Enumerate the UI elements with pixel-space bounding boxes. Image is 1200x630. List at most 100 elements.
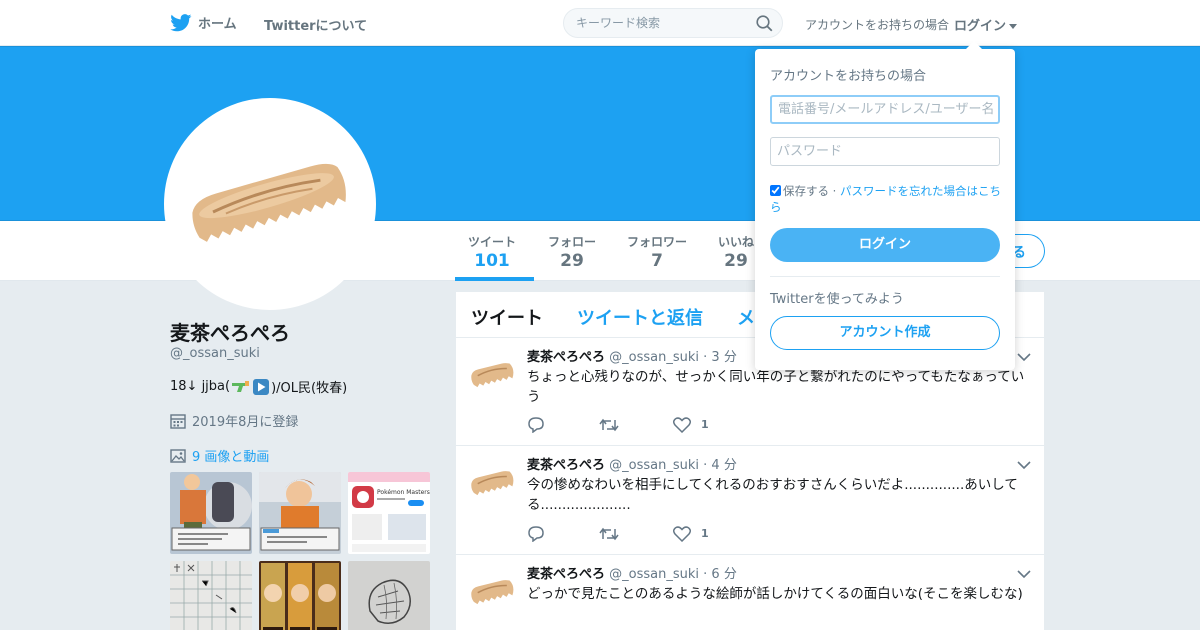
media-thumbnail[interactable]: [259, 561, 341, 630]
stat-tweets[interactable]: ツイート 101: [468, 233, 516, 271]
tweet-timestamp[interactable]: · 6 分: [703, 567, 737, 582]
divider: [770, 276, 1000, 277]
remember-row: 保存する · パスワードを忘れた場合はこちら: [770, 184, 1001, 214]
stat-following-label: フォロー: [548, 235, 597, 249]
stat-likes[interactable]: いいね 29: [718, 233, 754, 271]
tweet-header: 麦茶ぺろぺろ @_ossan_suki · 4 分: [527, 454, 737, 473]
tweet-header: 麦茶ぺろぺろ @_ossan_suki · 3 分: [527, 346, 737, 365]
tweet-actions: 1: [527, 416, 763, 433]
signup-button[interactable]: アカウント作成: [770, 316, 1000, 350]
retweet-button[interactable]: [599, 417, 619, 433]
stat-tweets-value: 101: [474, 251, 510, 271]
retweet-button[interactable]: [599, 526, 619, 542]
media-thumbnail[interactable]: [170, 561, 252, 630]
tab-tweets[interactable]: ツイート: [471, 304, 543, 330]
game-cards-image: [259, 561, 341, 630]
cookie-avatar-image: [192, 163, 346, 242]
tab-tweets-and-replies[interactable]: ツイートと返信: [577, 304, 703, 330]
stat-likes-value: 29: [724, 251, 748, 271]
pokemon-masters-title: Pokémon Masters: [377, 489, 430, 496]
password-input[interactable]: [770, 137, 1000, 166]
reply-button[interactable]: [527, 525, 545, 542]
media-thumbnail[interactable]: [259, 472, 341, 554]
heart-icon: [673, 525, 691, 542]
login-dropdown-title: アカウントをお持ちの場合: [770, 69, 927, 84]
remember-checkbox[interactable]: [770, 185, 781, 196]
stat-tweets-label: ツイート: [468, 235, 517, 249]
login-button[interactable]: ログイン: [770, 228, 1000, 262]
tweet-timestamp[interactable]: · 4 分: [703, 458, 737, 473]
tweet-author-name[interactable]: 麦茶ぺろぺろ: [527, 567, 605, 582]
reply-icon: [528, 526, 544, 542]
tweet-author-handle[interactable]: @_ossan_suki: [609, 567, 699, 582]
top-nav: ホーム Twitterについて アカウントをお持ちの場合 ログイン: [0, 0, 1200, 46]
reply-icon: [528, 417, 544, 433]
chevron-down-icon[interactable]: [1017, 352, 1031, 362]
tweet-avatar[interactable]: [470, 460, 516, 506]
pencil-sketch-image: [348, 561, 430, 630]
profile-bio: 18↓ jjba( )/OL民(牧春): [170, 377, 347, 396]
tweet[interactable]: 麦茶ぺろぺろ @_ossan_suki · 6 分 どっかで見たことのあるような…: [456, 555, 1044, 630]
tweet-text: 今の惨めなわいを相手にしてくれるのおすおすさんくらいだよ............…: [527, 477, 1018, 513]
login-dropdown-toggle[interactable]: ログイン: [954, 15, 1018, 34]
bio-text-prefix: 18↓ jjba(: [170, 379, 231, 394]
search-icon[interactable]: [756, 15, 773, 32]
search-input[interactable]: [564, 9, 744, 37]
image-icon: [170, 448, 186, 463]
water-pistol-emoji-icon: [232, 380, 250, 392]
nav-home-link[interactable]: ホーム: [170, 13, 237, 32]
tweet-author-name[interactable]: 麦茶ぺろぺろ: [527, 350, 605, 365]
stat-likes-label: いいね: [718, 235, 755, 249]
like-button[interactable]: 1: [673, 416, 709, 433]
play-button-emoji-icon: [253, 378, 270, 395]
heart-icon: [673, 416, 691, 433]
stat-followers-label: フォロワー: [627, 235, 688, 249]
joined-date: 2019年8月に登録: [192, 415, 299, 430]
calendar-icon: [170, 413, 186, 429]
login-toggle-label: ログイン: [954, 19, 1007, 34]
media-thumbnail[interactable]: [170, 472, 252, 554]
tweet-text: どっかで見たことのあるような絵師が話しかけてくるの面白いな(そこを楽しむな): [527, 586, 1023, 602]
chevron-down-icon[interactable]: [1017, 460, 1031, 470]
chevron-down-icon[interactable]: [1017, 569, 1031, 579]
username-input[interactable]: [770, 95, 1000, 124]
stat-followers-value: 7: [651, 251, 663, 271]
tweet-author-handle[interactable]: @_ossan_suki: [609, 458, 699, 473]
nav-home-label: ホーム: [198, 17, 237, 32]
profile-name: 麦茶ぺろぺろ: [170, 321, 290, 345]
tweet-avatar[interactable]: [470, 352, 516, 398]
media-thumbnail[interactable]: [348, 561, 430, 630]
media-link-label: 9 画像と動画: [192, 450, 270, 465]
login-dropdown: アカウントをお持ちの場合 保存する · パスワードを忘れた場合はこちら ログイン…: [755, 41, 1015, 370]
caret-down-icon: [1009, 24, 1018, 29]
remember-label: 保存する: [783, 184, 829, 198]
tweet-text: ちょっと心残りなのが、せっかく同い年の子と繋がれたのにやってもたなぁってい う: [527, 369, 1025, 405]
game-screenshot-image: [170, 472, 252, 554]
retweet-icon: [599, 418, 619, 431]
bio-text-suffix: )/OL民(牧春): [271, 381, 348, 396]
tab-media[interactable]: メ: [737, 304, 755, 330]
tweet-avatar[interactable]: [470, 569, 516, 615]
stat-following[interactable]: フォロー 29: [548, 233, 596, 271]
retweet-icon: [599, 527, 619, 540]
search-box: [563, 8, 783, 38]
tweet-author-handle[interactable]: @_ossan_suki: [609, 350, 699, 365]
stat-followers[interactable]: フォロワー 7: [627, 233, 687, 271]
nav-about-link[interactable]: Twitterについて: [264, 15, 367, 34]
media-thumbnail[interactable]: Pokémon Masters: [348, 472, 430, 554]
profile-avatar[interactable]: [164, 98, 376, 310]
active-stat-indicator: [455, 277, 534, 281]
account-prompt-text: アカウントをお持ちの場合: [805, 18, 950, 32]
like-button[interactable]: 1: [673, 525, 709, 542]
tweet[interactable]: 麦茶ぺろぺろ @_ossan_suki · 4 分 今の惨めなわいを相手にしてく…: [456, 446, 1044, 555]
try-twitter-label: Twitterを使ってみよう: [770, 292, 904, 307]
tweet-timestamp[interactable]: · 3 分: [703, 350, 737, 365]
reply-button[interactable]: [527, 416, 545, 433]
tweet-header: 麦茶ぺろぺろ @_ossan_suki · 6 分: [527, 563, 737, 582]
profile-handle[interactable]: @_ossan_suki: [170, 346, 260, 361]
tweet-author-name[interactable]: 麦茶ぺろぺろ: [527, 458, 605, 473]
media-link[interactable]: 9 画像と動画: [170, 446, 269, 465]
profile-joined: 2019年8月に登録: [170, 411, 298, 430]
stat-following-value: 29: [560, 251, 584, 271]
app-store-screenshot-image: Pokémon Masters: [348, 472, 430, 554]
